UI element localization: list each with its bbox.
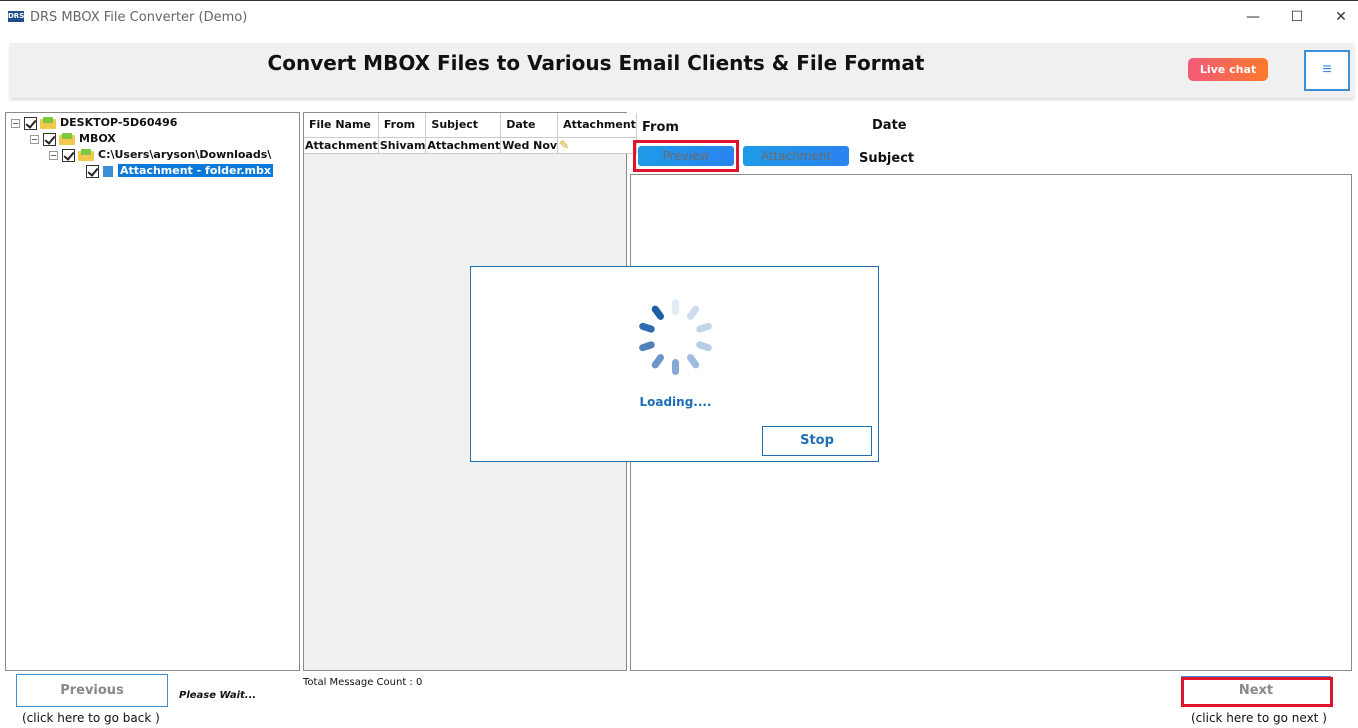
menu-button[interactable]: ≡: [1304, 50, 1350, 91]
checkbox[interactable]: [62, 148, 75, 162]
maximize-button[interactable]: ☐: [1274, 5, 1320, 29]
window-title: DRS MBOX File Converter (Demo): [30, 10, 248, 25]
total-message-count: Total Message Count : 0: [303, 677, 423, 688]
table-row[interactable]: Attachment Shivam Attachment Wed Nov ✎: [304, 137, 637, 154]
column-header-subject[interactable]: Subject: [425, 113, 502, 138]
hamburger-icon: ≡: [1322, 61, 1332, 78]
highlight-box: [633, 140, 739, 172]
folder-icon: [78, 149, 94, 161]
highlight-box: [1181, 677, 1333, 707]
tree-item-label: C:\Users\aryson\Downloads\: [98, 148, 272, 161]
next-hint: (click here to go next ): [1191, 711, 1327, 725]
folder-icon: [59, 133, 75, 145]
cell-from: Shivam: [378, 137, 427, 154]
app-icon: DRS: [8, 11, 25, 22]
loading-spinner-icon: [635, 297, 715, 377]
checkbox[interactable]: [43, 132, 56, 146]
live-chat-button[interactable]: Live chat: [1188, 58, 1268, 81]
message-table: File Name From Subject Date Attachment A…: [304, 113, 637, 154]
table-header-row: File Name From Subject Date Attachment: [304, 113, 637, 138]
loading-text: Loading....: [639, 395, 712, 409]
tree-item-desktop[interactable]: − DESKTOP-5D60496: [11, 115, 177, 131]
folder-tree: − DESKTOP-5D60496 − MBOX − C:\Users\aryson\…: [5, 112, 300, 671]
previous-button[interactable]: Previous: [16, 674, 168, 707]
tree-item-downloads[interactable]: − C:\Users\aryson\Downloads\: [49, 147, 271, 163]
previous-hint: (click here to go back ): [22, 711, 160, 725]
checkbox[interactable]: [86, 164, 99, 178]
loading-dialog: Loading.... Stop: [470, 266, 879, 462]
paperclip-icon: ✎: [559, 137, 570, 152]
cell-file-name: Attachment: [304, 137, 379, 154]
collapse-icon[interactable]: −: [30, 134, 39, 144]
minimize-button[interactable]: —: [1230, 5, 1276, 29]
date-label: Date: [872, 118, 907, 133]
tree-item-label: MBOX: [79, 132, 116, 145]
tree-item-label: Attachment - folder.mbx: [118, 164, 273, 177]
from-label: From: [642, 120, 679, 135]
cell-subject: Attachment: [425, 137, 502, 154]
checkbox[interactable]: [24, 116, 37, 130]
page-title: Convert MBOX Files to Various Email Clie…: [267, 51, 925, 75]
collapse-icon[interactable]: −: [11, 118, 20, 128]
column-header-from[interactable]: From: [378, 113, 427, 138]
status-text: Please Wait...: [179, 690, 257, 701]
subject-label: Subject: [859, 151, 915, 166]
app-header: Convert MBOX Files to Various Email Clie…: [10, 43, 1354, 98]
tree-item-mbox[interactable]: − MBOX: [30, 131, 116, 147]
tree-item-label: DESKTOP-5D60496: [60, 116, 178, 129]
collapse-icon[interactable]: −: [49, 150, 58, 160]
column-header-file-name[interactable]: File Name: [304, 113, 379, 138]
title-bar: DRS DRS MBOX File Converter (Demo) — ☐ ✕: [0, 0, 1358, 32]
column-header-date[interactable]: Date: [500, 113, 559, 138]
file-icon: [102, 164, 114, 178]
column-header-attachment[interactable]: Attachment: [557, 113, 637, 138]
attachment-tab-button[interactable]: Attachment: [743, 146, 849, 166]
cell-attachment: ✎: [557, 137, 637, 154]
cell-date: Wed Nov: [500, 137, 559, 154]
tree-item-mbx-file[interactable]: Attachment - folder.mbx: [86, 163, 273, 179]
folder-icon: [40, 117, 56, 129]
close-button[interactable]: ✕: [1318, 5, 1358, 29]
stop-button[interactable]: Stop: [762, 426, 872, 456]
